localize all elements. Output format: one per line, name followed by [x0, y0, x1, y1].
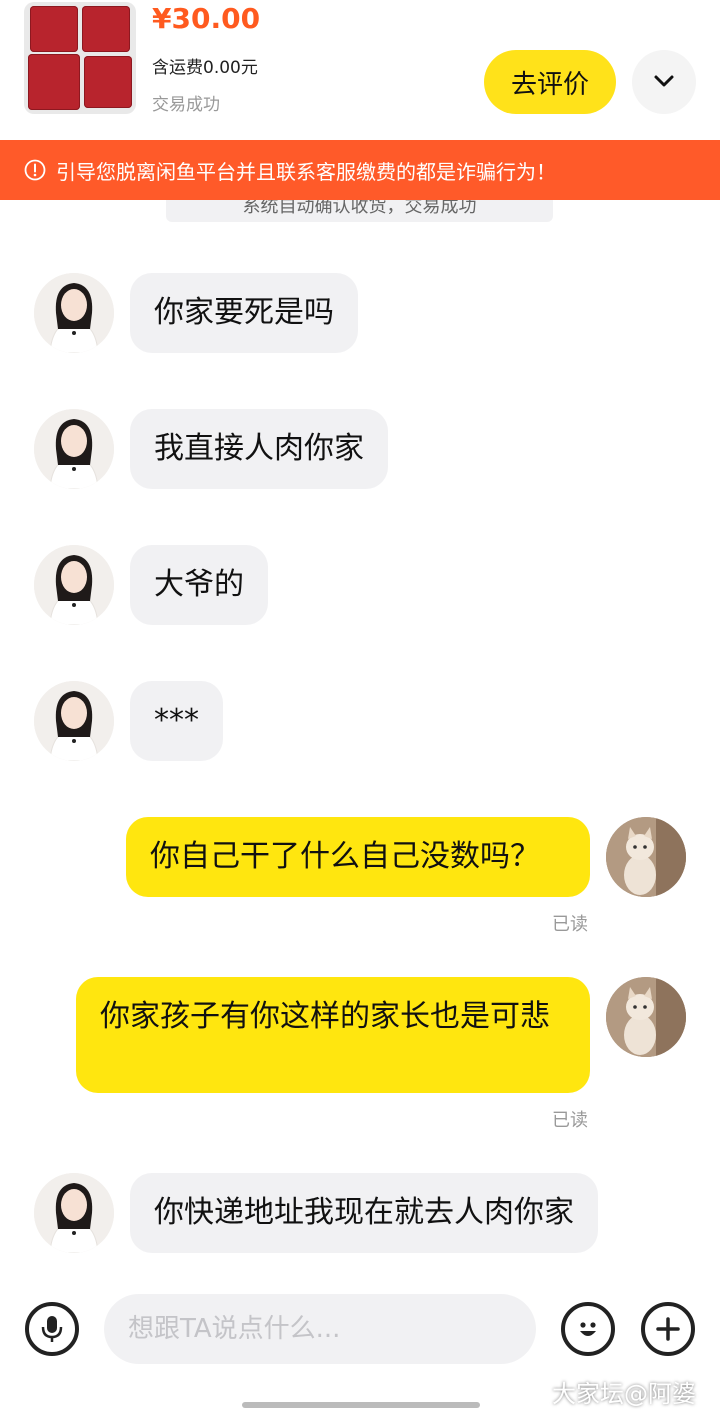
emoji-button[interactable]	[561, 1302, 615, 1356]
alert-circle-icon	[24, 159, 46, 181]
expand-button[interactable]	[632, 50, 696, 114]
read-receipt: 已读	[552, 1110, 588, 1131]
seller-avatar[interactable]	[34, 273, 114, 353]
microphone-icon	[41, 1316, 63, 1342]
message-bubble[interactable]: 我直接人肉你家	[130, 409, 388, 489]
product-box-image	[84, 56, 132, 108]
shipping-fee: 含运费0.00元	[152, 58, 258, 78]
review-button[interactable]: 去评价	[484, 50, 616, 114]
message-bubble[interactable]: 你家孩子有你这样的家长也是可悲	[76, 977, 590, 1093]
seller-avatar[interactable]	[34, 1173, 114, 1253]
message-bubble[interactable]: 你自己干了什么自己没数吗？	[126, 817, 590, 897]
message-bubble[interactable]: 你家要死是吗	[130, 273, 358, 353]
chevron-down-icon	[654, 75, 674, 87]
home-indicator[interactable]	[242, 1402, 480, 1408]
seller-avatar[interactable]	[34, 409, 114, 489]
input-bar	[0, 1280, 720, 1380]
order-price: ¥30.00	[152, 2, 261, 35]
voice-button[interactable]	[25, 1302, 79, 1356]
read-receipt: 已读	[552, 914, 588, 935]
fraud-warning-banner: 引导您脱离闲鱼平台并且联系客服缴费的都是诈骗行为！	[0, 140, 720, 200]
seller-avatar[interactable]	[34, 681, 114, 761]
warning-text: 引导您脱离闲鱼平台并且联系客服缴费的都是诈骗行为！	[56, 159, 556, 184]
message-bubble[interactable]: 大爷的	[130, 545, 268, 625]
seller-avatar[interactable]	[34, 545, 114, 625]
message-bubble[interactable]: ***	[130, 681, 223, 761]
user-avatar[interactable]	[606, 817, 686, 897]
more-button[interactable]	[641, 1302, 695, 1356]
order-header: ¥30.00 含运费0.00元 交易成功 去评价	[0, 0, 720, 140]
product-box-image	[28, 54, 80, 110]
product-box-image	[82, 6, 130, 52]
message-bubble[interactable]: 你快递地址我现在就去人肉你家	[130, 1173, 598, 1253]
product-thumbnail[interactable]	[24, 2, 136, 114]
plus-icon	[656, 1317, 680, 1341]
watermark: 大家坛@阿婆	[552, 1380, 696, 1408]
order-status: 交易成功	[152, 95, 220, 115]
emoji-icon	[580, 1322, 596, 1336]
user-avatar[interactable]	[606, 977, 686, 1057]
product-box-image	[30, 6, 78, 52]
message-input[interactable]	[104, 1294, 536, 1364]
